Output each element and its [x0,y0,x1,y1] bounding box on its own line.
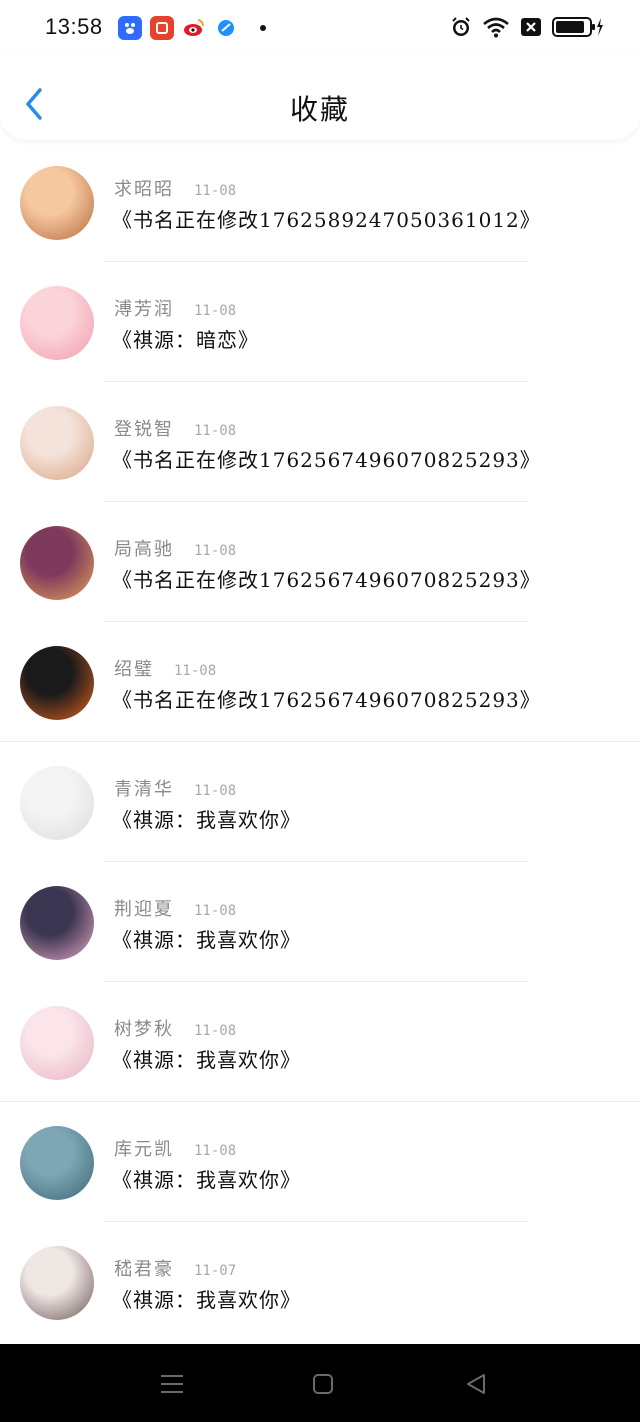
author-line: 荆迎夏 11-08 [114,895,236,921]
author-avatar[interactable] [20,766,94,840]
menu-icon [161,1375,183,1393]
status-bar: 13:58 [0,0,640,56]
book-title[interactable]: 《书名正在修改1762589247050361012》 [112,204,541,233]
author-name: 青清华 [114,779,174,800]
back-triangle-icon [467,1374,485,1394]
sim-off-icon [520,17,542,37]
author-name: 树梦秋 [114,1019,174,1040]
favorite-item[interactable]: 荆迎夏 11-08 《祺源：我喜欢你》 [0,862,640,982]
favorite-date: 11-08 [194,423,237,439]
author-line: 登锐智 11-08 [114,415,236,441]
author-name: 溥芳润 [114,299,174,320]
author-line: 局高驰 11-08 [114,535,236,561]
author-name: 绍璧 [114,659,154,680]
author-avatar[interactable] [20,1126,94,1200]
home-square-icon [313,1374,333,1394]
baidu-app-icon [118,16,142,40]
author-name: 嵇君豪 [114,1259,174,1280]
book-title[interactable]: 《祺源：我喜欢你》 [112,804,301,833]
book-title[interactable]: 《祺源：暗恋》 [112,324,259,353]
favorite-item[interactable]: 树梦秋 11-08 《祺源：我喜欢你》 [0,982,640,1102]
author-name: 登锐智 [114,419,174,440]
weibo-app-icon [182,16,206,40]
alarm-icon [450,16,472,38]
book-title[interactable]: 《祺源：我喜欢你》 [112,1044,301,1073]
page-title: 收藏 [289,93,350,126]
favorite-date: 11-08 [194,1143,237,1159]
book-title[interactable]: 《祺源：我喜欢你》 [112,924,301,953]
back-nav-button[interactable] [462,1370,490,1398]
favorite-item[interactable]: 嵇君豪 11-07 《祺源：我喜欢你》 [0,1222,640,1342]
author-avatar[interactable] [20,646,94,720]
book-title[interactable]: 《书名正在修改1762567496070825293》 [112,564,541,593]
author-avatar[interactable] [20,286,94,360]
favorite-date: 11-07 [194,1263,237,1279]
browser-app-icon [214,16,238,40]
author-avatar[interactable] [20,1006,94,1080]
favorite-date: 11-08 [194,543,237,559]
favorite-item[interactable]: 青清华 11-08 《祺源：我喜欢你》 [0,742,640,862]
author-line: 青清华 11-08 [114,775,236,801]
status-app-icons [118,16,266,40]
favorite-date: 11-08 [194,903,237,919]
author-name: 荆迎夏 [114,899,174,920]
status-indicators [450,16,604,38]
notification-dot-icon [260,25,266,31]
author-line: 嵇君豪 11-07 [114,1255,236,1281]
favorite-date: 11-08 [194,183,237,199]
system-navigation-bar [0,1344,640,1422]
favorite-item[interactable]: 溥芳润 11-08 《祺源：暗恋》 [0,262,640,382]
author-name: 求昭昭 [114,179,174,200]
favorite-date: 11-08 [194,1023,237,1039]
favorite-date: 11-08 [194,783,237,799]
author-line: 绍璧 11-08 [114,655,216,681]
favorite-item[interactable]: 登锐智 11-08 《书名正在修改1762567496070825293》 [0,382,640,502]
favorite-item[interactable]: 库元凯 11-08 《祺源：我喜欢你》 [0,1102,640,1222]
author-avatar[interactable] [20,406,94,480]
battery-icon [552,16,604,38]
author-line: 树梦秋 11-08 [114,1015,236,1041]
favorite-date: 11-08 [174,663,217,679]
status-time: 13:58 [45,14,103,39]
author-line: 溥芳润 11-08 [114,295,236,321]
pinduoduo-app-icon [150,16,174,40]
wifi-icon [482,16,510,38]
author-line: 库元凯 11-08 [114,1135,236,1161]
menu-button[interactable] [158,1370,186,1398]
app-header: 收藏 [0,56,640,140]
author-avatar[interactable] [20,886,94,960]
book-title[interactable]: 《祺源：我喜欢你》 [112,1164,301,1193]
book-title[interactable]: 《书名正在修改1762567496070825293》 [112,444,541,473]
author-name: 局高驰 [114,539,174,560]
book-title[interactable]: 《书名正在修改1762567496070825293》 [112,684,541,713]
favorites-list: 求昭昭 11-08 《书名正在修改1762589247050361012》溥芳润 11… [0,142,640,1342]
favorite-item[interactable]: 求昭昭 11-08 《书名正在修改1762589247050361012》 [0,142,640,262]
home-button[interactable] [309,1370,337,1398]
favorite-date: 11-08 [194,303,237,319]
author-avatar[interactable] [20,166,94,240]
author-name: 库元凯 [114,1139,174,1160]
favorite-item[interactable]: 局高驰 11-08 《书名正在修改1762567496070825293》 [0,502,640,622]
author-line: 求昭昭 11-08 [114,175,236,201]
book-title[interactable]: 《祺源：我喜欢你》 [112,1284,301,1313]
author-avatar[interactable] [20,1246,94,1320]
author-avatar[interactable] [20,526,94,600]
favorite-item[interactable]: 绍璧 11-08 《书名正在修改1762567496070825293》 [0,622,640,742]
